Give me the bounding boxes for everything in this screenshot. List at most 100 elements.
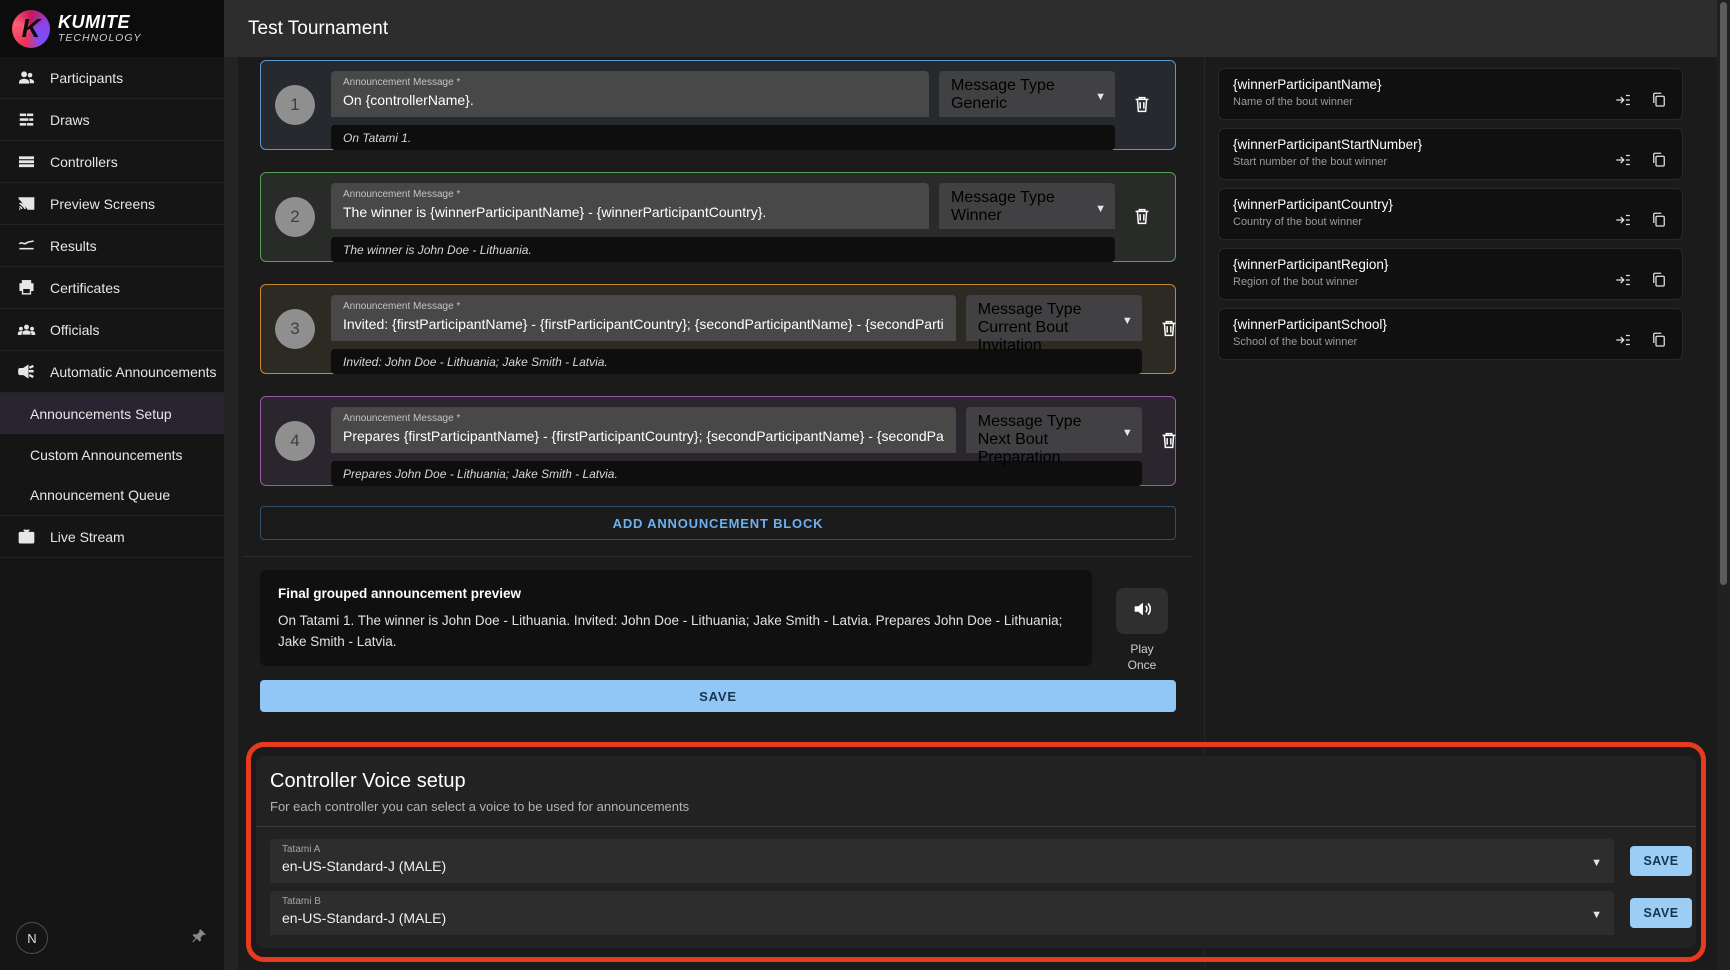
field-value: Prepares {firstParticipantName} - {first… [343, 428, 944, 444]
select-value: Current Bout Invitation [978, 319, 1132, 355]
announcement-message-field[interactable]: Announcement Message * On {controllerNam… [331, 71, 929, 117]
kumite-logo-icon [12, 10, 50, 48]
sidebar-item-label: Automatic Announcements [50, 364, 217, 380]
variable-name: {winnerParticipantCountry} [1233, 197, 1612, 212]
volume-up-icon [1131, 598, 1153, 625]
voice-row-tatami-b: Tatami B en-US-Standard-J (MALE) ▼ SAVE [270, 891, 1696, 935]
voice-select-tatami-a[interactable]: Tatami A en-US-Standard-J (MALE) ▼ [270, 839, 1614, 883]
field-value: The winner is {winnerParticipantName} - … [343, 204, 917, 220]
delete-block-button[interactable] [1131, 205, 1157, 232]
sidebar-subitem-label: Announcement Queue [30, 487, 170, 503]
participants-icon [16, 68, 36, 88]
sidebar-item-automatic-announcements[interactable]: Automatic Announcements [0, 351, 224, 393]
copy-icon[interactable] [1648, 149, 1670, 171]
select-label: Tatami A [282, 844, 1602, 855]
save-voice-tatami-b-button[interactable]: SAVE [1630, 898, 1692, 928]
add-announcement-block-button[interactable]: ADD ANNOUNCEMENT BLOCK [260, 506, 1176, 540]
select-value: Next Bout Preparation [978, 431, 1132, 467]
sidebar-item-results[interactable]: Results [0, 225, 224, 267]
final-preview-title: Final grouped announcement preview [278, 586, 1074, 601]
variable-name: {winnerParticipantRegion} [1233, 257, 1612, 272]
message-type-select[interactable]: Message Type Current Bout Invitation ▼ [966, 295, 1142, 341]
copy-icon[interactable] [1648, 209, 1670, 231]
field-label: Announcement Message * [343, 301, 944, 312]
field-value: On {controllerName}. [343, 92, 917, 108]
voice-select-tatami-b[interactable]: Tatami B en-US-Standard-J (MALE) ▼ [270, 891, 1614, 935]
message-type-select[interactable]: Message Type Winner ▼ [939, 183, 1115, 229]
insert-icon[interactable] [1612, 209, 1634, 231]
sidebar-item-officials[interactable]: Officials [0, 309, 224, 351]
chevron-down-icon: ▼ [1591, 857, 1602, 869]
select-value: Generic [951, 95, 1105, 113]
select-value: en-US-Standard-J (MALE) [282, 858, 1602, 874]
sidebar-subitem-label: Custom Announcements [30, 447, 183, 463]
sidebar-item-certificates[interactable]: Certificates [0, 267, 224, 309]
sidebar-item-announcement-queue[interactable]: Announcement Queue [0, 475, 224, 516]
message-type-select[interactable]: Message Type Next Bout Preparation ▼ [966, 407, 1142, 453]
sidebar-item-announcements-setup[interactable]: Announcements Setup [0, 393, 224, 434]
message-type-select[interactable]: Message Type Generic ▼ [939, 71, 1115, 117]
printer-icon [16, 278, 36, 298]
insert-icon[interactable] [1612, 149, 1634, 171]
save-announcements-button[interactable]: SAVE [260, 680, 1176, 712]
avatar[interactable]: N [16, 922, 48, 954]
header-bar: Test Tournament [224, 0, 1730, 57]
select-label: Tatami B [282, 896, 1602, 907]
chevron-down-icon: ▼ [1122, 315, 1133, 327]
insert-icon[interactable] [1612, 89, 1634, 111]
delete-block-button[interactable] [1158, 429, 1184, 456]
announcement-block-2: 2 Announcement Message * The winner is {… [260, 172, 1176, 262]
variable-card: {winnerParticipantSchool} School of the … [1218, 308, 1683, 360]
announcement-message-field[interactable]: Announcement Message * Prepares {firstPa… [331, 407, 956, 453]
delete-block-button[interactable] [1131, 93, 1157, 120]
sidebar-nav: Participants Draws Controllers Preview S… [0, 57, 224, 558]
sidebar-item-participants[interactable]: Participants [0, 57, 224, 99]
sidebar-item-draws[interactable]: Draws [0, 99, 224, 141]
copy-icon[interactable] [1648, 89, 1670, 111]
sidebar-item-live-stream[interactable]: Live Stream [0, 516, 224, 558]
page-scrollbar[interactable] [1717, 0, 1730, 970]
announcement-message-field[interactable]: Announcement Message * Invited: {firstPa… [331, 295, 956, 341]
page-title: Test Tournament [248, 18, 388, 40]
brand[interactable]: KUMITE TECHNOLOGY [0, 0, 224, 57]
play-once-button[interactable] [1116, 588, 1168, 634]
field-value: Invited: {firstParticipantName} - {first… [343, 316, 944, 332]
block-number: 4 [275, 421, 315, 461]
sidebar-item-controllers[interactable]: Controllers [0, 141, 224, 183]
select-label: Message Type [978, 413, 1132, 431]
block-number: 1 [275, 85, 315, 125]
section-divider [244, 556, 1192, 557]
variable-card: {winnerParticipantCountry} Country of th… [1218, 188, 1683, 240]
final-preview-text: On Tatami 1. The winner is John Doe - Li… [278, 611, 1074, 653]
sidebar-item-preview-screens[interactable]: Preview Screens [0, 183, 224, 225]
variable-card: {winnerParticipantRegion} Region of the … [1218, 248, 1683, 300]
app-root: Test Tournament KUMITE TECHNOLOGY Partic… [0, 0, 1730, 970]
live-tv-icon [16, 527, 36, 547]
variable-description: Start number of the bout winner [1233, 156, 1612, 168]
chevron-down-icon: ▼ [1122, 427, 1133, 439]
copy-icon[interactable] [1648, 269, 1670, 291]
sidebar: KUMITE TECHNOLOGY Participants Draws Con… [0, 0, 224, 970]
delete-block-button[interactable] [1158, 317, 1184, 344]
variable-name: {winnerParticipantSchool} [1233, 317, 1612, 332]
copy-icon[interactable] [1648, 329, 1670, 351]
variable-description: School of the bout winner [1233, 336, 1612, 348]
chevron-down-icon: ▼ [1095, 91, 1106, 103]
controllers-icon [16, 152, 36, 172]
pin-icon[interactable] [190, 927, 208, 950]
announcement-message-field[interactable]: Announcement Message * The winner is {wi… [331, 183, 929, 229]
insert-icon[interactable] [1612, 329, 1634, 351]
insert-icon[interactable] [1612, 269, 1634, 291]
sidebar-item-label: Controllers [50, 154, 118, 170]
scrollbar-thumb[interactable] [1720, 2, 1727, 585]
brand-name: KUMITE [58, 13, 142, 31]
save-voice-tatami-a-button[interactable]: SAVE [1630, 846, 1692, 876]
final-preview-panel: Final grouped announcement preview On Ta… [260, 570, 1092, 666]
select-label: Message Type [978, 301, 1132, 319]
sidebar-item-custom-announcements[interactable]: Custom Announcements [0, 434, 224, 475]
announcement-block-4: 4 Announcement Message * Prepares {first… [260, 396, 1176, 486]
megaphone-icon [16, 362, 36, 382]
chevron-down-icon: ▼ [1095, 203, 1106, 215]
officials-icon [16, 320, 36, 340]
controller-voice-setup-section: Controller Voice setup For each controll… [256, 756, 1696, 948]
